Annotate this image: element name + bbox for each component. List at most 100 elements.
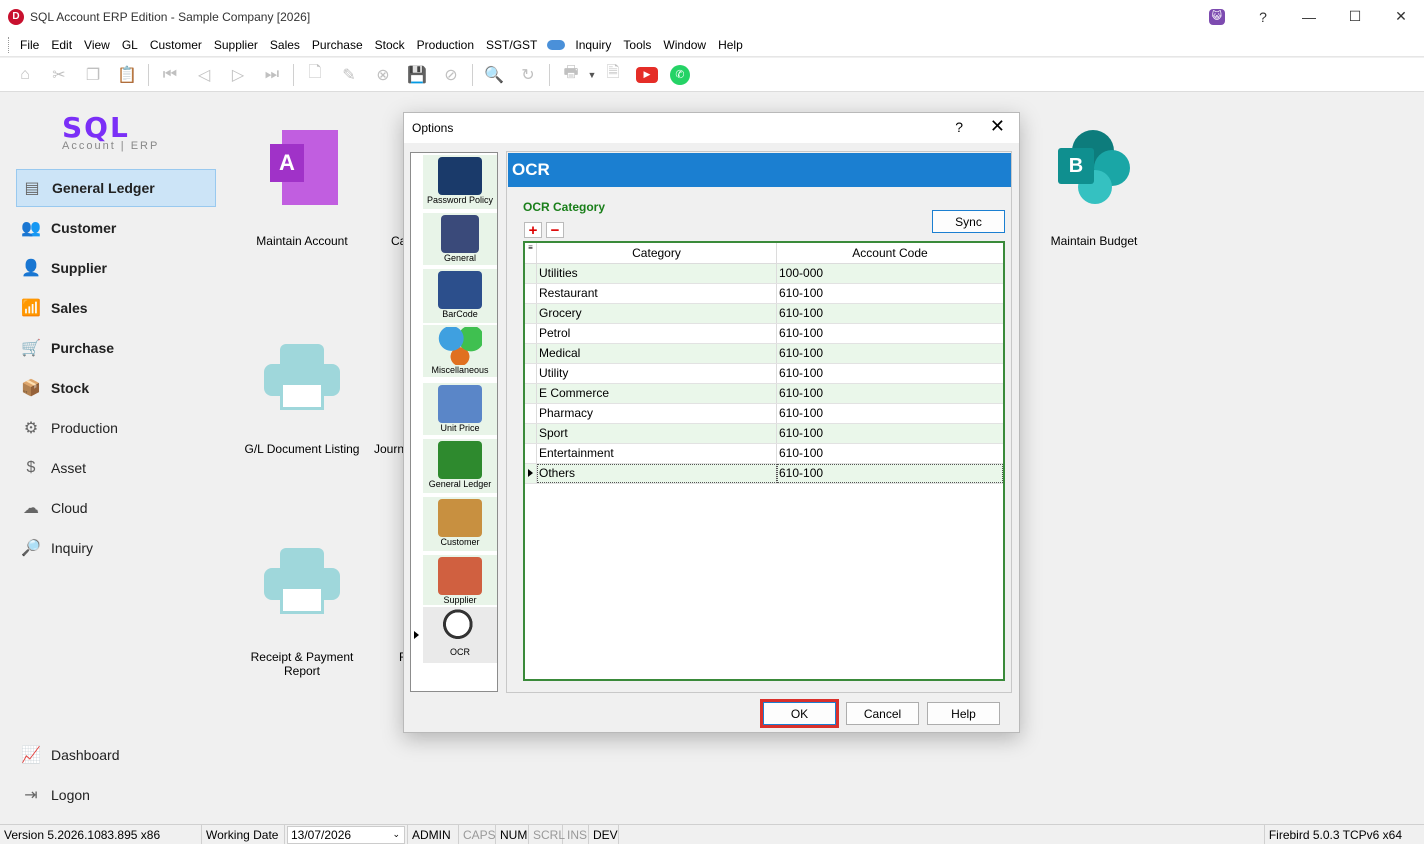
sidebar-item-inquiry[interactable]: 🔎 Inquiry (16, 529, 216, 567)
cell-account-code[interactable]: 610-100 (777, 324, 1003, 343)
menu-gl[interactable]: GL (116, 38, 144, 52)
cut-icon[interactable]: ✂ (48, 64, 70, 86)
next-icon[interactable]: ▷ (227, 64, 249, 86)
menu-sst-gst[interactable]: SST/GST (480, 38, 543, 52)
grid-indicator-icon[interactable]: ≡ (525, 243, 537, 263)
first-icon[interactable]: ⏮ (159, 64, 181, 86)
category-password-policy[interactable]: Password Policy (423, 155, 497, 209)
cell-account-code[interactable]: 610-100 (777, 464, 1003, 483)
tile-maintain-account[interactable]: Maintain Account (242, 234, 362, 248)
table-row[interactable]: E Commerce 610-100 (525, 384, 1003, 404)
cancel-icon[interactable]: ⊘ (440, 64, 462, 86)
menu-customer[interactable]: Customer (144, 38, 208, 52)
delete-icon[interactable]: ⊗ (372, 64, 394, 86)
cell-account-code[interactable]: 610-100 (777, 344, 1003, 363)
cell-account-code[interactable]: 610-100 (777, 284, 1003, 303)
tile-receipt-payment-report[interactable]: Receipt & Payment Report (242, 650, 362, 678)
receipt-payment-report-icon[interactable] (264, 548, 340, 614)
help-button[interactable]: ? (1240, 0, 1286, 33)
sidebar-item-supplier[interactable]: 👤 Supplier (16, 249, 216, 287)
cloud-icon[interactable] (547, 39, 566, 50)
copy-icon[interactable]: ❐ (82, 64, 104, 86)
find-icon[interactable]: 🔍 (483, 64, 505, 86)
assistant-button[interactable]: 😺 (1194, 0, 1240, 33)
sidebar-item-purchase[interactable]: 🛒 Purchase (16, 329, 216, 367)
category-ocr[interactable]: OCR (423, 607, 497, 663)
sidebar-item-stock[interactable]: 📦 Stock (16, 369, 216, 407)
ocr-category-grid[interactable]: ≡ Category Account Code Utilities 100-00… (523, 241, 1005, 681)
cell-account-code[interactable]: 100-000 (777, 264, 1003, 283)
menu-tools[interactable]: Tools (617, 38, 657, 52)
menu-view[interactable]: View (78, 38, 116, 52)
preview-icon[interactable]: 🗎 (602, 64, 624, 86)
table-row[interactable]: Utility 610-100 (525, 364, 1003, 384)
menu-window[interactable]: Window (657, 38, 712, 52)
remove-category-button[interactable]: − (546, 222, 564, 238)
prior-icon[interactable]: ◁ (193, 64, 215, 86)
cell-category[interactable]: Pharmacy (537, 404, 777, 423)
home-icon[interactable]: ⌂ (14, 64, 36, 86)
table-row[interactable]: Medical 610-100 (525, 344, 1003, 364)
cell-account-code[interactable]: 610-100 (777, 384, 1003, 403)
cancel-button[interactable]: Cancel (846, 702, 919, 725)
tile-gl-document-listing[interactable]: G/L Document Listing (238, 442, 366, 456)
table-row[interactable]: Entertainment 610-100 (525, 444, 1003, 464)
category-supplier[interactable]: Supplier (423, 555, 497, 605)
category-general[interactable]: General (423, 213, 497, 265)
column-header-account-code[interactable]: Account Code (777, 243, 1003, 263)
ok-button[interactable]: OK (760, 699, 839, 728)
menu-edit[interactable]: Edit (45, 38, 78, 52)
print-dropdown-icon[interactable]: ▼ (588, 64, 597, 86)
dialog-help-button[interactable]: ? (955, 119, 963, 135)
cell-account-code[interactable]: 610-100 (777, 444, 1003, 463)
menu-inquiry[interactable]: Inquiry (569, 38, 617, 52)
menu-sales[interactable]: Sales (264, 38, 306, 52)
sidebar-item-production[interactable]: ⚙ Production (16, 409, 216, 447)
working-date-field[interactable]: 13/07/2026 ⌄ (287, 825, 405, 844)
add-category-button[interactable]: + (524, 222, 542, 238)
menu-stock[interactable]: Stock (369, 38, 411, 52)
category-miscellaneous[interactable]: Miscellaneous (423, 325, 497, 377)
sidebar-item-cloud[interactable]: ☁ Cloud (16, 489, 216, 527)
sync-button[interactable]: Sync (932, 210, 1005, 233)
paste-icon[interactable]: 📋 (116, 64, 138, 86)
gl-document-listing-icon[interactable] (264, 344, 340, 410)
table-row[interactable]: Petrol 610-100 (525, 324, 1003, 344)
new-icon[interactable]: 🗋 (304, 64, 326, 86)
cell-category[interactable]: E Commerce (537, 384, 777, 403)
category-general-ledger[interactable]: General Ledger (423, 439, 497, 493)
category-customer[interactable]: Customer (423, 497, 497, 551)
close-button[interactable]: ✕ (1378, 0, 1424, 33)
maintain-account-icon[interactable]: A (270, 130, 338, 205)
cell-category[interactable]: Medical (537, 344, 777, 363)
maintain-budget-icon[interactable]: B (1058, 130, 1130, 206)
cell-category[interactable]: Petrol (537, 324, 777, 343)
table-row[interactable]: Others 610-100 (525, 464, 1003, 484)
table-row[interactable]: Restaurant 610-100 (525, 284, 1003, 304)
tile-journ-partial[interactable]: Journ (374, 442, 404, 456)
save-icon[interactable]: 💾 (406, 64, 428, 86)
menu-supplier[interactable]: Supplier (208, 38, 264, 52)
cell-category[interactable]: Utility (537, 364, 777, 383)
cell-category[interactable]: Grocery (537, 304, 777, 323)
cell-account-code[interactable]: 610-100 (777, 364, 1003, 383)
cell-account-code[interactable]: 610-100 (777, 424, 1003, 443)
whatsapp-icon[interactable]: ✆ (670, 64, 690, 85)
cell-category[interactable]: Sport (537, 424, 777, 443)
table-row[interactable]: Grocery 610-100 (525, 304, 1003, 324)
table-row[interactable]: Pharmacy 610-100 (525, 404, 1003, 424)
cell-category[interactable]: Utilities (537, 264, 777, 283)
maximize-button[interactable]: ☐ (1332, 0, 1378, 33)
status-working-date[interactable]: 13/07/2026 ⌄ (285, 824, 408, 844)
sidebar-item-general-ledger[interactable]: ▤ General Ledger (16, 169, 216, 207)
help-button[interactable]: Help (927, 702, 1000, 725)
dialog-close-button[interactable]: ✕ (990, 116, 1005, 137)
table-row[interactable]: Utilities 100-000 (525, 264, 1003, 284)
table-row[interactable]: Sport 610-100 (525, 424, 1003, 444)
cell-category[interactable]: Restaurant (537, 284, 777, 303)
minimize-button[interactable]: — (1286, 0, 1332, 33)
cell-account-code[interactable]: 610-100 (777, 404, 1003, 423)
category-barcode[interactable]: BarCode (423, 269, 497, 323)
refresh-icon[interactable]: ↻ (517, 64, 539, 86)
menu-purchase[interactable]: Purchase (306, 38, 369, 52)
